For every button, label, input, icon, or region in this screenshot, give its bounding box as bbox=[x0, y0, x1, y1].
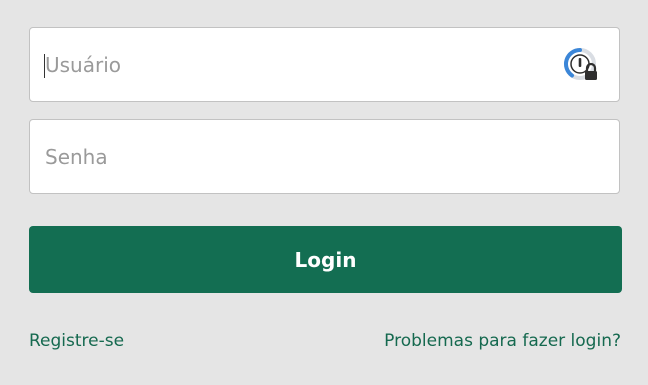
register-link[interactable]: Registre-se bbox=[29, 331, 124, 351]
username-input[interactable] bbox=[45, 28, 555, 101]
login-button[interactable]: Login bbox=[29, 226, 622, 293]
password-field[interactable] bbox=[29, 119, 620, 194]
username-field[interactable] bbox=[29, 27, 620, 102]
password-input[interactable] bbox=[45, 120, 555, 193]
password-manager-lock-icon[interactable] bbox=[563, 47, 601, 85]
login-help-link[interactable]: Problemas para fazer login? bbox=[384, 331, 621, 351]
